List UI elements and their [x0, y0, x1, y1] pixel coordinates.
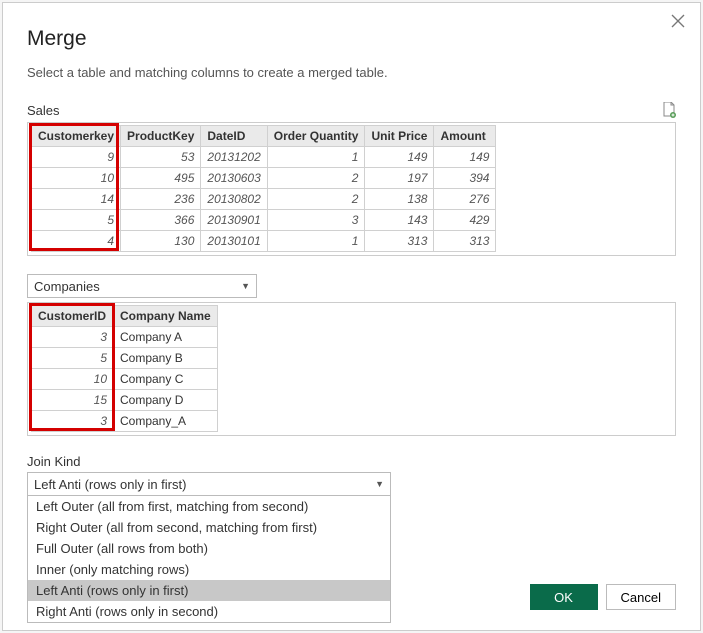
- chevron-down-icon: ▼: [375, 479, 384, 489]
- join-kind-label: Join Kind: [27, 454, 676, 469]
- table-row: 14236201308022138276: [32, 189, 496, 210]
- column-header[interactable]: Company Name: [114, 306, 218, 327]
- table-row: 10Company C: [32, 369, 218, 390]
- table-row: 5Company B: [32, 348, 218, 369]
- merge-dialog: Merge Select a table and matching column…: [2, 2, 701, 631]
- companies-table[interactable]: CustomerID Company Name 3Company A 5Comp…: [31, 305, 218, 432]
- companies-table-preview[interactable]: CustomerID Company Name 3Company A 5Comp…: [27, 302, 676, 436]
- join-kind-option[interactable]: Right Outer (all from second, matching f…: [28, 517, 390, 538]
- ok-button[interactable]: OK: [530, 584, 598, 610]
- sales-table-label: Sales: [27, 103, 60, 118]
- table-row: 10495201306032197394: [32, 168, 496, 189]
- column-header[interactable]: Amount: [434, 126, 496, 147]
- join-kind-option[interactable]: Left Anti (rows only in first): [28, 580, 390, 601]
- column-header[interactable]: Order Quantity: [267, 126, 365, 147]
- join-kind-option[interactable]: Full Outer (all rows from both): [28, 538, 390, 559]
- column-header[interactable]: Unit Price: [365, 126, 434, 147]
- join-kind-option[interactable]: Right Anti (rows only in second): [28, 601, 390, 622]
- join-kind-selected: Left Anti (rows only in first): [34, 477, 186, 492]
- column-header[interactable]: Customerkey: [32, 126, 121, 147]
- join-kind-option[interactable]: Left Outer (all from first, matching fro…: [28, 496, 390, 517]
- dialog-title: Merge: [27, 27, 676, 51]
- chevron-down-icon: ▼: [241, 281, 250, 291]
- close-icon: [670, 13, 686, 29]
- column-header[interactable]: DateID: [201, 126, 267, 147]
- close-button[interactable]: [670, 13, 686, 29]
- dialog-subtitle: Select a table and matching columns to c…: [27, 65, 676, 80]
- column-header[interactable]: ProductKey: [121, 126, 201, 147]
- table-row: 15Company D: [32, 390, 218, 411]
- join-kind-option-list[interactable]: Left Outer (all from first, matching fro…: [27, 496, 391, 623]
- column-header[interactable]: CustomerID: [32, 306, 114, 327]
- join-kind-option[interactable]: Inner (only matching rows): [28, 559, 390, 580]
- table-row: 4130201301011313313: [32, 231, 496, 252]
- second-table-dropdown[interactable]: Companies ▼: [27, 274, 257, 298]
- join-kind-dropdown[interactable]: Left Anti (rows only in first) ▼: [27, 472, 391, 496]
- sales-table[interactable]: Customerkey ProductKey DateID Order Quan…: [31, 125, 496, 252]
- second-table-selected: Companies: [34, 279, 100, 294]
- table-row: 3Company_A: [32, 411, 218, 432]
- sales-table-preview[interactable]: Customerkey ProductKey DateID Order Quan…: [27, 122, 676, 256]
- cancel-button[interactable]: Cancel: [606, 584, 676, 610]
- table-row: 5366201309013143429: [32, 210, 496, 231]
- dialog-button-row: OK Cancel: [530, 584, 676, 610]
- table-doc-icon[interactable]: [662, 102, 676, 118]
- table-row: 953201312021149149: [32, 147, 496, 168]
- table-row: 3Company A: [32, 327, 218, 348]
